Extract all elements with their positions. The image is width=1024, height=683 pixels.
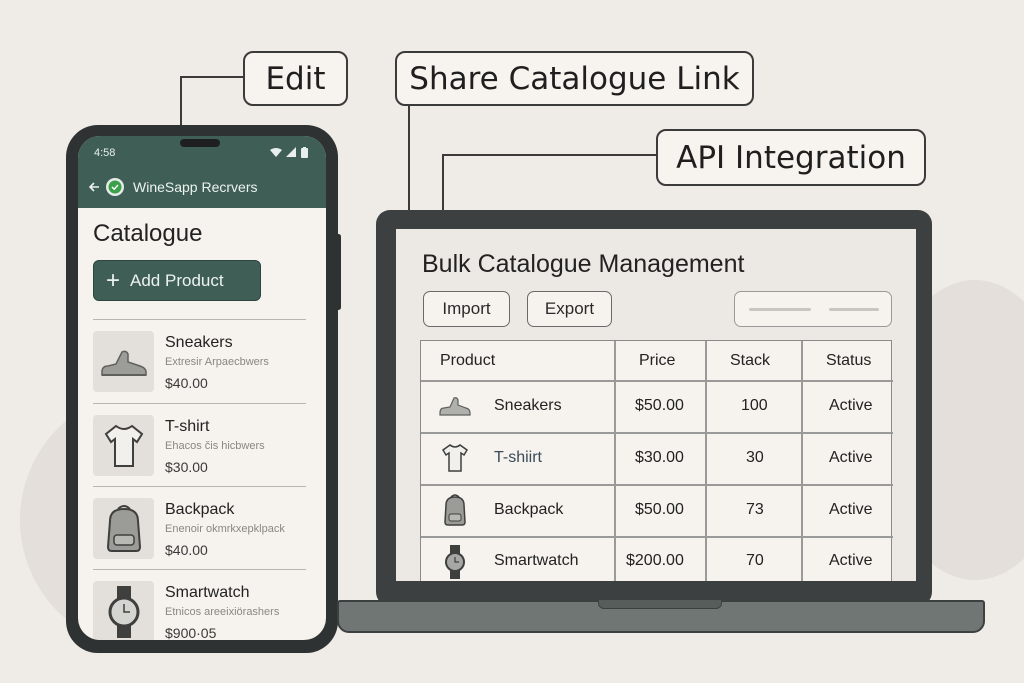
table-divider bbox=[705, 341, 707, 581]
share-connector bbox=[408, 106, 410, 212]
product-list-item[interactable]: T-shirt Ehacos čis hicbwers $30.00 bbox=[93, 406, 306, 486]
table-divider bbox=[421, 536, 893, 538]
api-connector bbox=[442, 154, 444, 212]
table-cell-product: Smartwatch bbox=[494, 552, 579, 569]
table-cell-price: $50.00 bbox=[635, 397, 684, 414]
sneaker-icon bbox=[438, 389, 472, 423]
table-cell-status: Active bbox=[829, 552, 873, 569]
product-price: $30.00 bbox=[165, 459, 208, 475]
table-cell-status: Active bbox=[829, 449, 873, 466]
product-table: Product Price Stack Status Sneakers $50.… bbox=[420, 340, 893, 581]
divider bbox=[93, 569, 306, 570]
table-cell-stock: 30 bbox=[746, 449, 764, 466]
back-arrow-icon[interactable] bbox=[88, 181, 100, 193]
table-divider bbox=[421, 380, 893, 382]
table-cell-stock: 100 bbox=[741, 397, 768, 414]
table-cell-product: T-shiirt bbox=[494, 449, 542, 466]
table-cell-status: Active bbox=[829, 501, 873, 518]
product-price: $900·05 bbox=[165, 625, 217, 640]
signal-icon bbox=[286, 147, 296, 157]
product-list-item[interactable]: Smartwatch Etnicos areeixiörashers $900·… bbox=[93, 572, 306, 640]
table-cell-stock: 70 bbox=[746, 552, 764, 569]
phone-speaker bbox=[180, 139, 220, 147]
product-name: Backpack bbox=[165, 501, 235, 518]
status-time: 4:58 bbox=[94, 147, 116, 159]
table-cell-product: Sneakers bbox=[494, 397, 562, 414]
table-cell-price: $50.00 bbox=[635, 501, 684, 518]
tshirt-icon bbox=[93, 415, 154, 476]
divider bbox=[93, 486, 306, 487]
import-button[interactable]: Import bbox=[423, 291, 510, 327]
edit-connector bbox=[180, 76, 244, 78]
battery-icon bbox=[301, 147, 308, 158]
phone-screen: 4:58 WineSapp Recrvers Catalogue + Add P… bbox=[78, 136, 326, 640]
product-description: Ehacos čis hicbwers bbox=[165, 440, 265, 452]
tshirt-icon bbox=[438, 441, 472, 475]
product-list-item[interactable]: Sneakers Extresir Arpaecbwers $40.00 bbox=[93, 322, 306, 402]
product-list-item[interactable]: Backpack Enenoir okmrkxepklpack $40.00 bbox=[93, 489, 306, 569]
wifi-icon bbox=[270, 148, 282, 157]
search-placeholder-bar bbox=[829, 308, 879, 311]
table-divider bbox=[801, 341, 803, 581]
search-input[interactable] bbox=[734, 291, 892, 327]
table-divider bbox=[614, 341, 616, 581]
product-description: Extresir Arpaecbwers bbox=[165, 356, 269, 368]
api-connector bbox=[442, 154, 658, 156]
share-catalogue-link-callout[interactable]: Share Catalogue Link bbox=[395, 51, 754, 106]
backpack-icon bbox=[438, 493, 472, 527]
app-title: WineSapp Recrvers bbox=[133, 179, 258, 195]
smartwatch-icon bbox=[93, 581, 154, 640]
phone-app-bar: WineSapp Recrvers bbox=[78, 166, 326, 208]
table-cell-price: $30.00 bbox=[635, 449, 684, 466]
table-cell-stock: 73 bbox=[746, 501, 764, 518]
plus-icon: + bbox=[106, 266, 121, 294]
table-cell-product: Backpack bbox=[494, 501, 564, 518]
product-price: $40.00 bbox=[165, 375, 208, 391]
sneaker-icon bbox=[93, 331, 154, 392]
divider bbox=[93, 319, 306, 320]
product-price: $40.00 bbox=[165, 542, 208, 558]
product-description: Enenoir okmrkxepklpack bbox=[165, 523, 285, 535]
phone-side-button bbox=[336, 234, 341, 310]
column-header-status[interactable]: Status bbox=[826, 352, 871, 370]
search-placeholder-bar bbox=[749, 308, 811, 311]
laptop-trackpad-notch bbox=[598, 600, 722, 609]
table-divider bbox=[421, 484, 893, 486]
backpack-icon bbox=[93, 498, 154, 559]
smartwatch-icon bbox=[438, 545, 472, 579]
column-header-price[interactable]: Price bbox=[639, 352, 675, 370]
product-name: Sneakers bbox=[165, 334, 233, 351]
edit-connector bbox=[180, 76, 182, 128]
bulk-management-title: Bulk Catalogue Management bbox=[422, 250, 745, 278]
column-header-stock[interactable]: Stack bbox=[730, 352, 770, 370]
edit-callout[interactable]: Edit bbox=[243, 51, 348, 106]
add-product-label: Add Product bbox=[130, 270, 224, 290]
table-cell-price: $200.00 bbox=[626, 552, 684, 569]
add-product-button[interactable]: + Add Product bbox=[93, 260, 261, 301]
table-cell-status: Active bbox=[829, 397, 873, 414]
column-header-product[interactable]: Product bbox=[440, 352, 495, 370]
product-name: T-shirt bbox=[165, 418, 210, 435]
product-name: Smartwatch bbox=[165, 584, 250, 601]
table-divider bbox=[421, 432, 893, 434]
api-integration-callout[interactable]: API Integration bbox=[656, 129, 926, 186]
catalogue-title: Catalogue bbox=[93, 220, 203, 247]
laptop-screen: Bulk Catalogue Management Import Export … bbox=[396, 229, 916, 581]
product-description: Etnicos areeixiörashers bbox=[165, 606, 280, 618]
export-button[interactable]: Export bbox=[527, 291, 612, 327]
verified-badge-icon bbox=[106, 178, 124, 196]
divider bbox=[93, 403, 306, 404]
